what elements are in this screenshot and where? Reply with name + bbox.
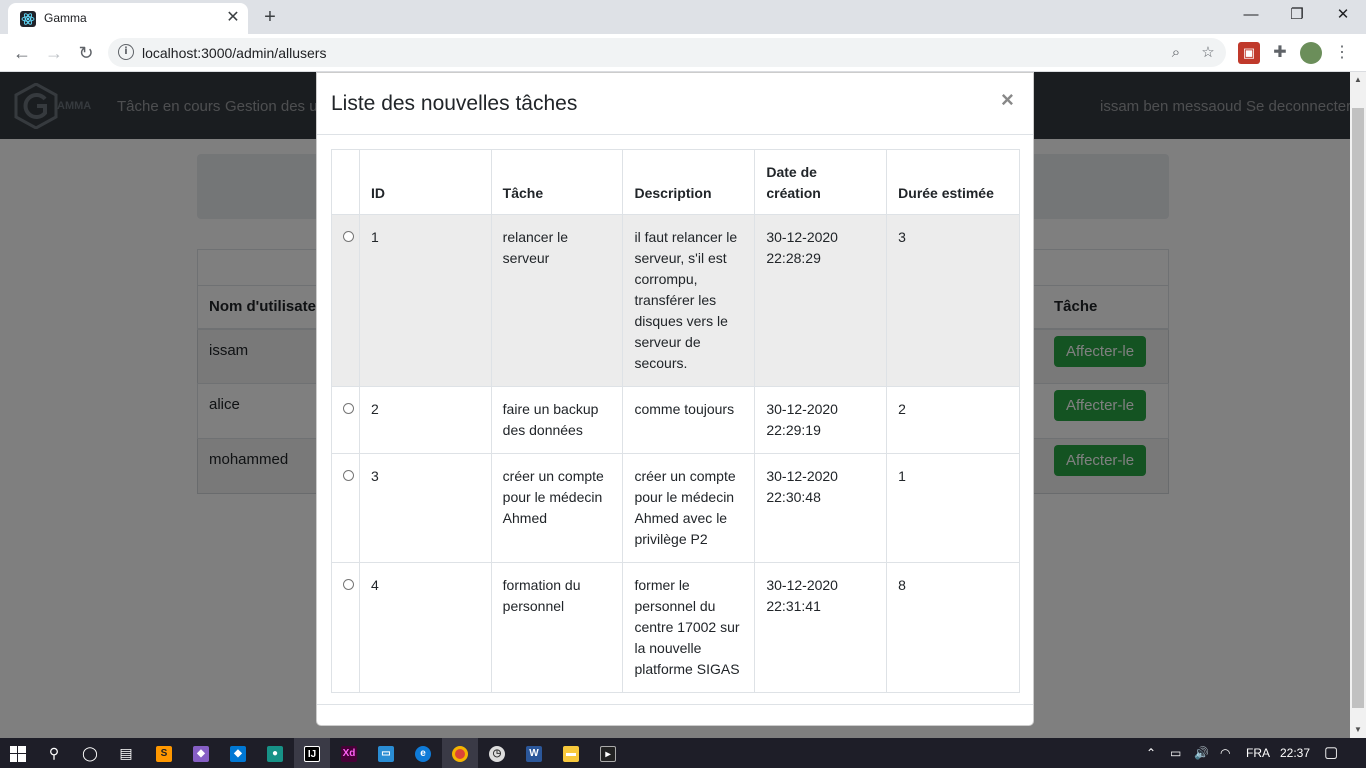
task-description: il faut relancer le serveur, s'il est co… bbox=[622, 214, 756, 387]
back-icon[interactable]: ← bbox=[8, 39, 36, 67]
new-tab-icon[interactable]: + bbox=[258, 5, 282, 29]
visual-studio-icon[interactable]: ◆ bbox=[183, 738, 219, 768]
wifi-icon[interactable]: ◠ bbox=[1220, 738, 1230, 768]
task-duration: 1 bbox=[886, 453, 1020, 563]
table-row[interactable]: 4 formation du personnel former le perso… bbox=[331, 562, 1020, 693]
file-explorer-icon[interactable]: ▬ bbox=[553, 738, 589, 768]
puzzle-icon[interactable]: ✚ bbox=[1269, 42, 1291, 64]
sublime-text-icon[interactable]: S bbox=[146, 738, 182, 768]
scroll-down-icon[interactable]: ▼ bbox=[1350, 722, 1366, 738]
column-header-estimated-duration: Durée estimée bbox=[886, 149, 1020, 215]
task-view-icon[interactable]: ▤ bbox=[108, 738, 144, 768]
page-content: AMMA Tâche en cours Gestion des ut issam… bbox=[0, 72, 1351, 738]
task-date: 30-12-2020 22:28:29 bbox=[754, 214, 888, 387]
task-date: 30-12-2020 22:29:19 bbox=[754, 386, 888, 454]
search-icon[interactable]: ⚲ bbox=[36, 738, 72, 768]
intellij-icon[interactable]: IJ bbox=[294, 738, 330, 768]
bookmark-star-icon[interactable]: ☆ bbox=[1198, 43, 1218, 63]
column-header-description: Description bbox=[622, 149, 756, 215]
windows-start-icon[interactable] bbox=[0, 738, 36, 768]
task-id: 1 bbox=[359, 214, 492, 387]
remote-desktop-icon[interactable]: ▭ bbox=[368, 738, 404, 768]
url-text[interactable]: localhost:3000/admin/allusers bbox=[142, 45, 326, 61]
scroll-thumb[interactable] bbox=[1352, 108, 1364, 708]
table-row[interactable]: 3 créer un compte pour le médecin Ahmed … bbox=[331, 453, 1020, 563]
forward-icon[interactable]: → bbox=[40, 39, 68, 67]
table-row[interactable]: 1 relancer le serveur il faut relancer l… bbox=[331, 214, 1020, 387]
task-radio[interactable] bbox=[343, 470, 354, 481]
language-indicator[interactable]: FRA bbox=[1246, 738, 1270, 768]
clock-app-icon[interactable]: ◷ bbox=[479, 738, 515, 768]
task-id: 2 bbox=[359, 386, 492, 454]
terminal-icon[interactable]: ▸ bbox=[590, 738, 626, 768]
close-window-button[interactable]: ✕ bbox=[1320, 0, 1366, 32]
task-description: comme toujours bbox=[622, 386, 756, 454]
task-name: créer un compte pour le médecin Ahmed bbox=[490, 453, 624, 563]
reload-icon[interactable]: ↻ bbox=[72, 39, 100, 67]
menu-icon[interactable]: ⋮ bbox=[1331, 42, 1353, 64]
word-icon[interactable]: W bbox=[516, 738, 552, 768]
task-id: 4 bbox=[359, 562, 492, 693]
clock[interactable]: 22:37 bbox=[1280, 738, 1310, 768]
page-scrollbar[interactable]: ▲ ▼ bbox=[1350, 72, 1366, 738]
extension-icon[interactable]: ▣ bbox=[1238, 42, 1260, 64]
address-bar[interactable]: i localhost:3000/admin/allusers ⌕ ☆ bbox=[108, 38, 1226, 67]
task-duration: 8 bbox=[886, 562, 1020, 693]
adobe-xd-icon[interactable]: Xd bbox=[331, 738, 367, 768]
browser-toolbar: ← → ↻ i localhost:3000/admin/allusers ⌕ … bbox=[0, 34, 1366, 72]
task-date: 30-12-2020 22:30:48 bbox=[754, 453, 888, 563]
modal-title: Liste des nouvelles tâches bbox=[331, 92, 578, 115]
task-id: 3 bbox=[359, 453, 492, 563]
notifications-icon[interactable]: ▢ bbox=[1324, 738, 1338, 768]
table-row[interactable]: 2 faire un backup des données comme touj… bbox=[331, 386, 1020, 454]
task-duration: 3 bbox=[886, 214, 1020, 387]
browser-tab[interactable]: Gamma ✕ bbox=[8, 3, 248, 34]
edge-icon[interactable]: e bbox=[405, 738, 441, 768]
column-header-id: ID bbox=[359, 149, 492, 215]
windows-taskbar: ⚲ ◯ ▤ S ◆ ◆ ● IJ Xd ▭ e ◷ W ▬ ▸ ⌃ ▭ 🔊 ◠ … bbox=[0, 738, 1366, 768]
task-name: formation du personnel bbox=[490, 562, 624, 693]
task-radio[interactable] bbox=[343, 231, 354, 242]
modal-close-button[interactable]: × bbox=[1001, 89, 1014, 111]
task-date: 30-12-2020 22:31:41 bbox=[754, 562, 888, 693]
profile-avatar[interactable] bbox=[1300, 42, 1322, 64]
minimize-button[interactable]: — bbox=[1228, 0, 1274, 32]
info-icon[interactable]: i bbox=[118, 44, 134, 60]
task-description: former le personnel du centre 17002 sur … bbox=[622, 562, 756, 693]
column-header-creation-date: Date de création bbox=[754, 149, 888, 215]
task-duration: 2 bbox=[886, 386, 1020, 454]
react-icon bbox=[20, 11, 36, 27]
vscode-icon[interactable]: ◆ bbox=[220, 738, 256, 768]
zoom-icon[interactable]: ⌕ bbox=[1166, 43, 1186, 63]
chrome-icon[interactable] bbox=[442, 738, 478, 768]
battery-icon[interactable]: ▭ bbox=[1170, 738, 1181, 768]
browser-tab-bar: Gamma ✕ + — ❐ ✕ bbox=[0, 0, 1366, 34]
tasks-table: ID Tâche Description Date de création Du… bbox=[331, 149, 1020, 693]
task-description: créer un compte pour le médecin Ahmed av… bbox=[622, 453, 756, 563]
task-name: faire un backup des données bbox=[490, 386, 624, 454]
modal-header: Liste des nouvelles tâches × bbox=[317, 73, 1033, 135]
scroll-up-icon[interactable]: ▲ bbox=[1350, 72, 1366, 88]
task-radio[interactable] bbox=[343, 403, 354, 414]
tab-title: Gamma bbox=[44, 11, 87, 25]
restore-button[interactable]: ❐ bbox=[1274, 0, 1320, 32]
task-name: relancer le serveur bbox=[490, 214, 624, 387]
modal-footer bbox=[317, 704, 1033, 726]
column-header-task: Tâche bbox=[490, 149, 624, 215]
chevron-up-icon[interactable]: ⌃ bbox=[1146, 738, 1156, 768]
gitkraken-icon[interactable]: ● bbox=[257, 738, 293, 768]
tasks-modal: Liste des nouvelles tâches × ID Tâche De… bbox=[316, 72, 1034, 726]
cortana-icon[interactable]: ◯ bbox=[72, 738, 108, 768]
column-header-select bbox=[331, 149, 360, 215]
task-radio[interactable] bbox=[343, 579, 354, 590]
tab-close-icon[interactable]: ✕ bbox=[223, 8, 243, 28]
volume-icon[interactable]: 🔊 bbox=[1194, 738, 1209, 768]
